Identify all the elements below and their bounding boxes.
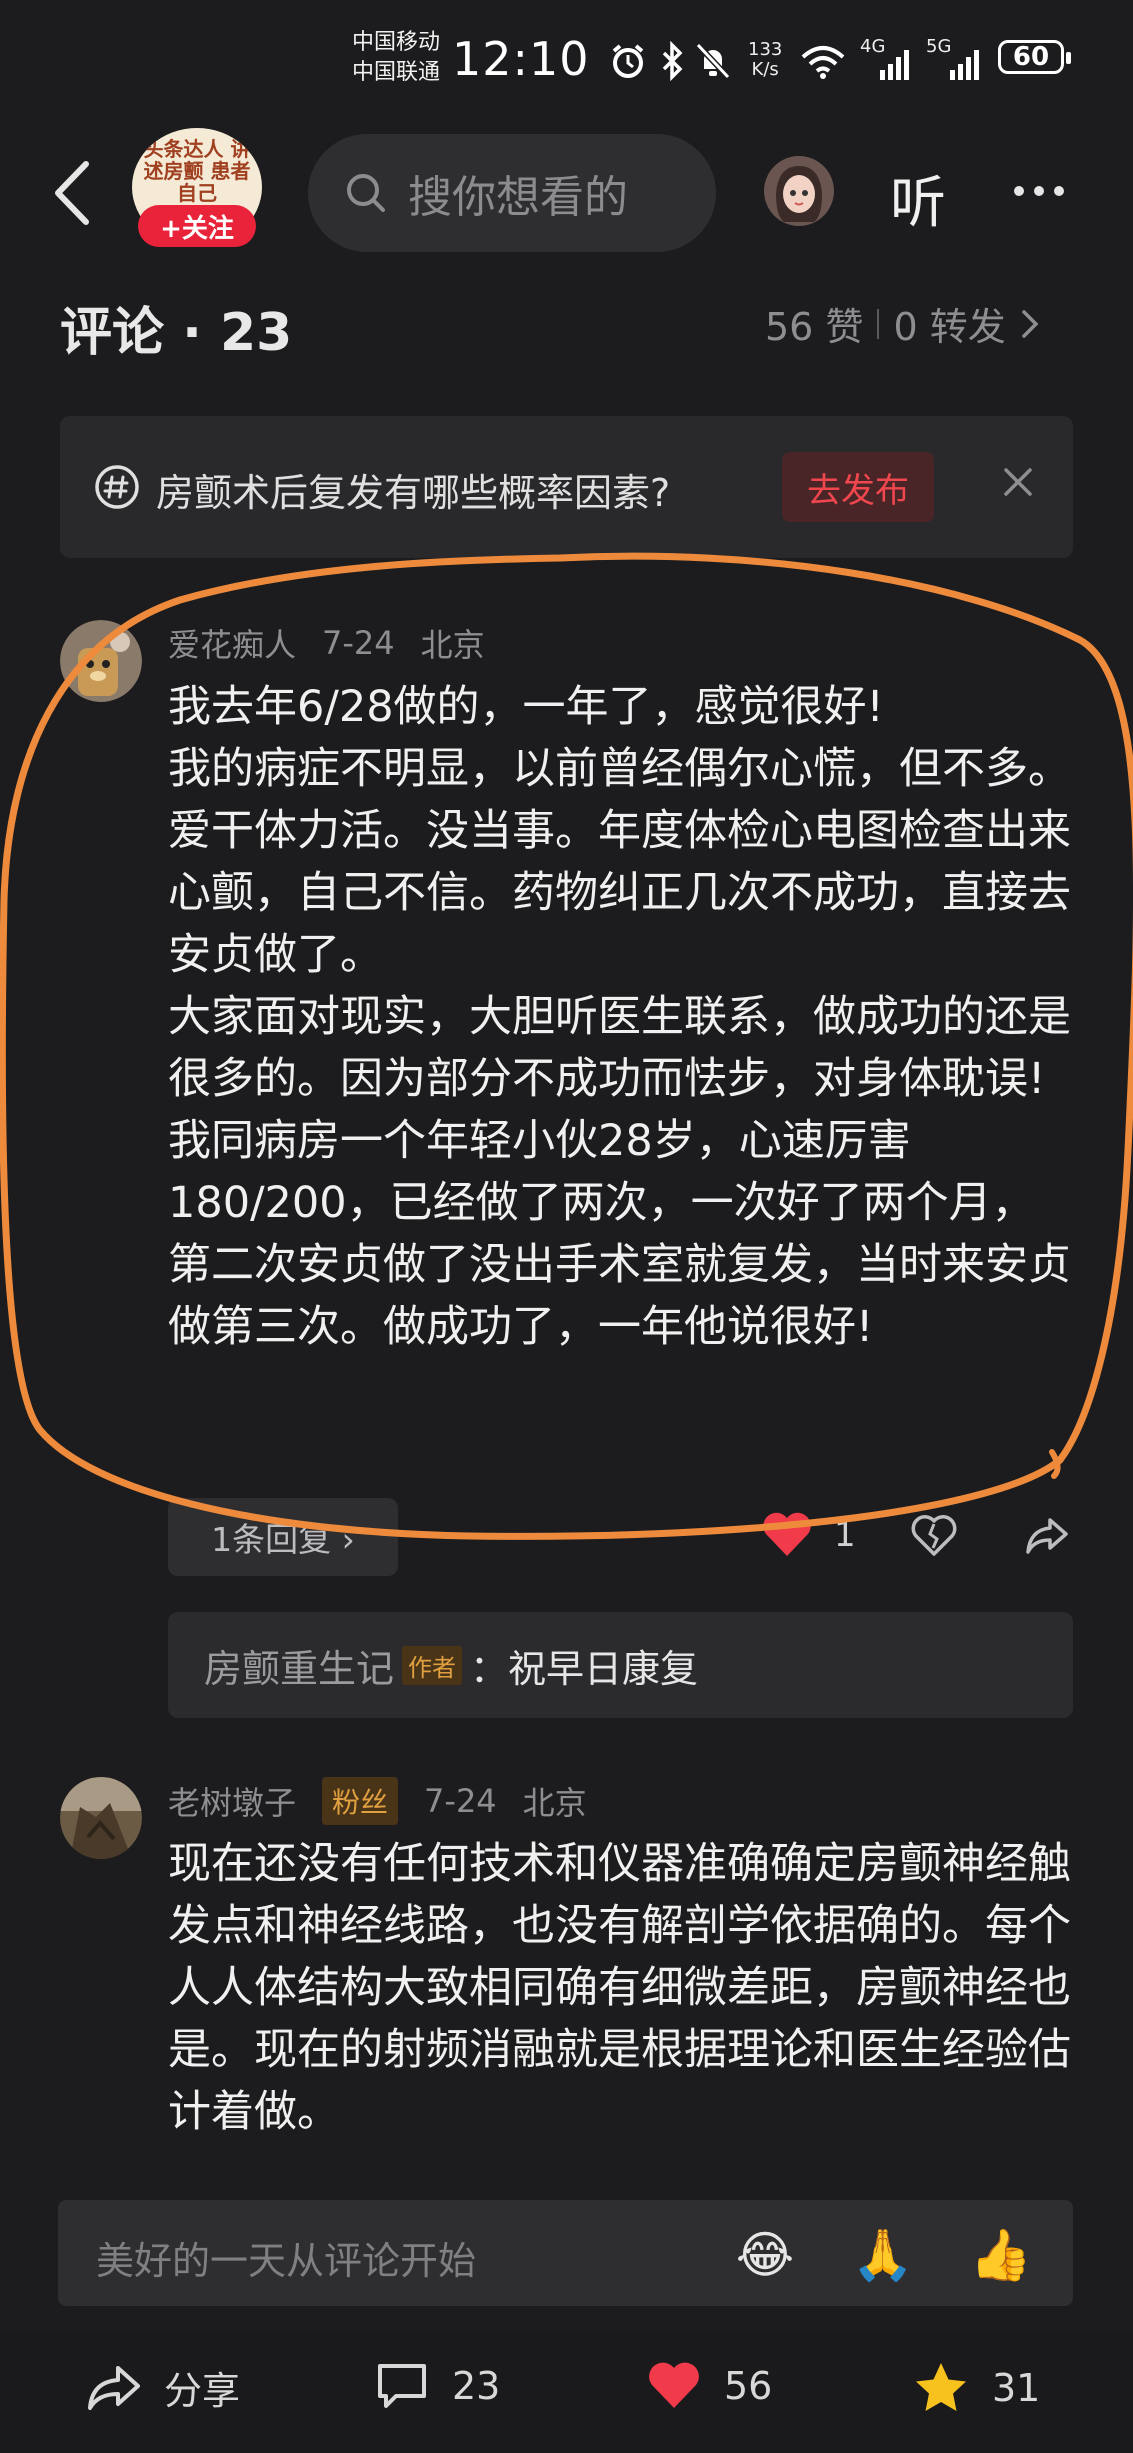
- broken-heart-icon: [911, 1515, 957, 1556]
- alarm-icon: [608, 36, 648, 86]
- search-placeholder: 搜你想看的: [408, 172, 628, 223]
- heart-icon: [649, 2362, 699, 2408]
- hashtag-icon: [94, 464, 140, 514]
- comment-paragraph: 我去年6/28做的，一年了，感觉很好!: [168, 682, 884, 732]
- bluetooth-icon: [660, 36, 684, 86]
- comment-bubble-icon: [378, 2364, 426, 2408]
- comment-author[interactable]: 爱花痴人: [168, 620, 296, 666]
- user-avatar[interactable]: [764, 156, 834, 226]
- reply-author-name[interactable]: 房颤重生记: [204, 1638, 394, 1693]
- thumbs-up-emoji-button[interactable]: 👍: [966, 2222, 1036, 2288]
- comments-title: 评论 · 23: [60, 303, 293, 363]
- wifi-icon: [800, 36, 846, 86]
- dot-icon: [1014, 186, 1024, 196]
- shares-stat: 0 转发: [893, 305, 1006, 349]
- signal-1-icon: 4G: [860, 36, 910, 86]
- dot-icon: [1054, 186, 1064, 196]
- comment-like-count: 1: [834, 1515, 856, 1555]
- share-comment-button[interactable]: [1024, 1514, 1070, 1562]
- net-speed-value: 133: [748, 39, 783, 60]
- more-menu-button[interactable]: [1014, 186, 1064, 196]
- comments-count: 23: [452, 2364, 501, 2408]
- listen-button[interactable]: 听: [890, 158, 946, 239]
- comment-paragraph: 现在还没有任何技术和仪器准确确定房颤神经触发点和神经线路，也没有解剖学依据确的。…: [168, 1839, 1071, 2137]
- signal-2-icon: 5G: [926, 36, 984, 86]
- pray-emoji-button[interactable]: 🙏: [848, 2222, 918, 2288]
- comment-paragraph: 大家面对现实，大胆听医生联系，做成功的还是很多的。因为部分不成功而怯步，对身体耽…: [168, 992, 1071, 1104]
- share-label: 分享: [164, 2369, 241, 2413]
- signal-2-label: 5G: [926, 36, 952, 57]
- likes-count: 56: [724, 2364, 773, 2408]
- fan-badge: 粉丝: [322, 1777, 399, 1825]
- favorites-count: 31: [992, 2366, 1041, 2410]
- divider: [877, 308, 880, 339]
- close-icon: [1004, 468, 1032, 496]
- share-button[interactable]: 分享: [86, 2360, 240, 2415]
- dot-icon: [1034, 186, 1044, 196]
- net-speed: 133 K/s: [748, 40, 782, 80]
- comment-paragraph: 我的病症不明显，以前曾经偶尔心慌，但不多。爱干体力活。没当事。年度体检心电图检查…: [168, 744, 1071, 980]
- comment-author[interactable]: 老树墩子: [168, 1778, 296, 1824]
- likes-stat: 56 赞: [765, 305, 864, 349]
- comment-body[interactable]: 我去年6/28做的，一年了，感觉很好! 我的病症不明显，以前曾经偶尔心慌，但不多…: [168, 676, 1073, 1358]
- share-icon: [88, 2365, 140, 2410]
- mute-bell-icon: [694, 36, 732, 86]
- carrier-labels: 中国移动 中国联通: [352, 28, 440, 88]
- comment-meta: 老树墩子 粉丝 7-24 北京: [168, 1777, 587, 1825]
- author-badge: 作者: [402, 1645, 463, 1685]
- comment-date: 7-24: [322, 624, 395, 662]
- comment-location: 北京: [522, 1784, 587, 1822]
- close-prompt-button[interactable]: [1000, 464, 1036, 504]
- comments-button[interactable]: 23: [374, 2360, 500, 2412]
- topic-question: 房颤术后复发有哪些概率因素?: [156, 471, 671, 515]
- status-time: 12:10: [452, 32, 590, 86]
- battery-indicator: 60: [998, 40, 1071, 74]
- comment-body[interactable]: 现在还没有任何技术和仪器准确确定房颤神经触发点和神经线路，也没有解剖学依据确的。…: [168, 1833, 1073, 2143]
- search-icon: [347, 174, 385, 212]
- comment-input-placeholder: 美好的一天从评论开始: [96, 2239, 477, 2283]
- comment-location: 北京: [420, 626, 485, 664]
- comments-stats[interactable]: 56 赞 0 转发: [765, 296, 1040, 351]
- comment-meta: 爱花痴人 7-24 北京: [168, 620, 485, 666]
- heart-icon: [763, 1512, 811, 1556]
- chevron-right-icon: [1021, 309, 1039, 338]
- chevron-left-icon: [55, 161, 89, 225]
- commenter-avatar[interactable]: [60, 1777, 142, 1859]
- author-reply[interactable]: 房颤重生记 作者 ：祝早日康复: [168, 1612, 1073, 1718]
- publish-button[interactable]: 去发布: [782, 452, 934, 522]
- reply-text: ：祝早日康复: [470, 1646, 699, 1691]
- like-button[interactable]: 56: [646, 2360, 772, 2412]
- signal-1-label: 4G: [860, 36, 886, 57]
- comment-like-button[interactable]: 1: [760, 1510, 856, 1560]
- dislike-button[interactable]: [910, 1512, 958, 1564]
- follow-button[interactable]: +关注: [138, 205, 256, 247]
- star-icon: [916, 2363, 966, 2411]
- laughing-emoji-button[interactable]: 😂: [730, 2222, 800, 2288]
- back-button[interactable]: [50, 158, 94, 232]
- net-speed-unit: K/s: [751, 59, 779, 80]
- comment-date: 7-24: [424, 1782, 497, 1820]
- favorite-button[interactable]: 31: [912, 2360, 1040, 2416]
- comment-paragraph: 我同病房一个年轻小伙28岁，心速厉害180/200，已经做了两次，一次好了两个月…: [168, 1116, 1071, 1352]
- view-replies-button[interactable]: 1条回复 ›: [168, 1498, 398, 1576]
- commenter-avatar[interactable]: [60, 620, 142, 702]
- carrier-2: 中国联通: [352, 60, 441, 85]
- account-avatar-text: 头条达人 讲述房颤 患者自己: [143, 137, 251, 205]
- carrier-1: 中国移动: [352, 30, 441, 55]
- share-icon: [1026, 1518, 1068, 1554]
- search-input[interactable]: 搜你想看的: [308, 134, 716, 252]
